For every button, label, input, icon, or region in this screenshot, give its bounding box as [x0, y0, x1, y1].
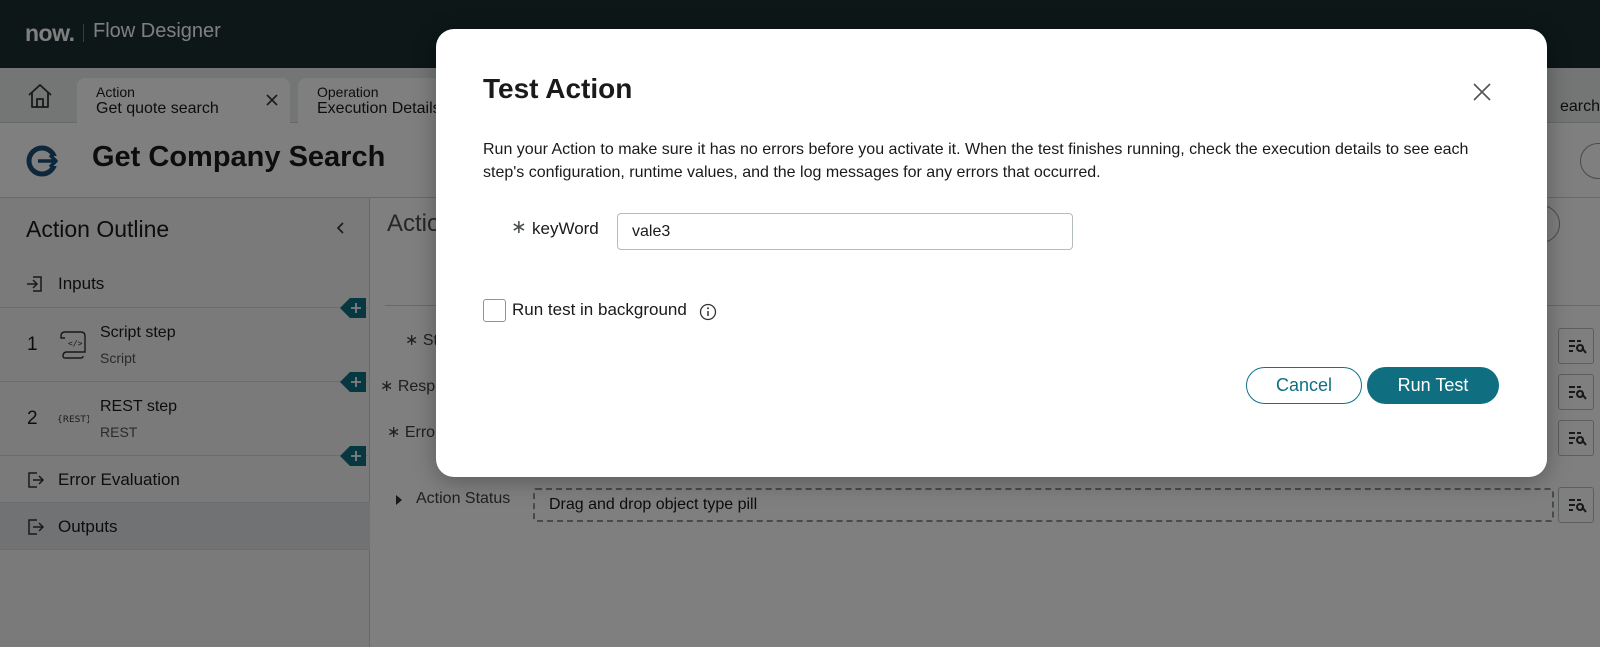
cancel-button[interactable]: Cancel	[1246, 367, 1362, 404]
keyword-label: keyWord	[532, 219, 599, 238]
run-test-button[interactable]: Run Test	[1367, 367, 1499, 404]
dialog-description: Run your Action to make sure it has no e…	[483, 141, 1469, 181]
dialog-close-button[interactable]	[1471, 81, 1493, 103]
run-in-background-label[interactable]: Run test in background	[512, 300, 687, 320]
keyword-input[interactable]	[617, 213, 1073, 250]
test-action-dialog: Test Action Run your Action to make sure…	[436, 29, 1547, 477]
close-icon	[1473, 83, 1491, 101]
info-icon[interactable]	[699, 303, 717, 321]
run-in-background-checkbox[interactable]	[483, 299, 506, 322]
dialog-title: Test Action	[483, 73, 633, 104]
required-marker: ∗	[511, 217, 527, 238]
